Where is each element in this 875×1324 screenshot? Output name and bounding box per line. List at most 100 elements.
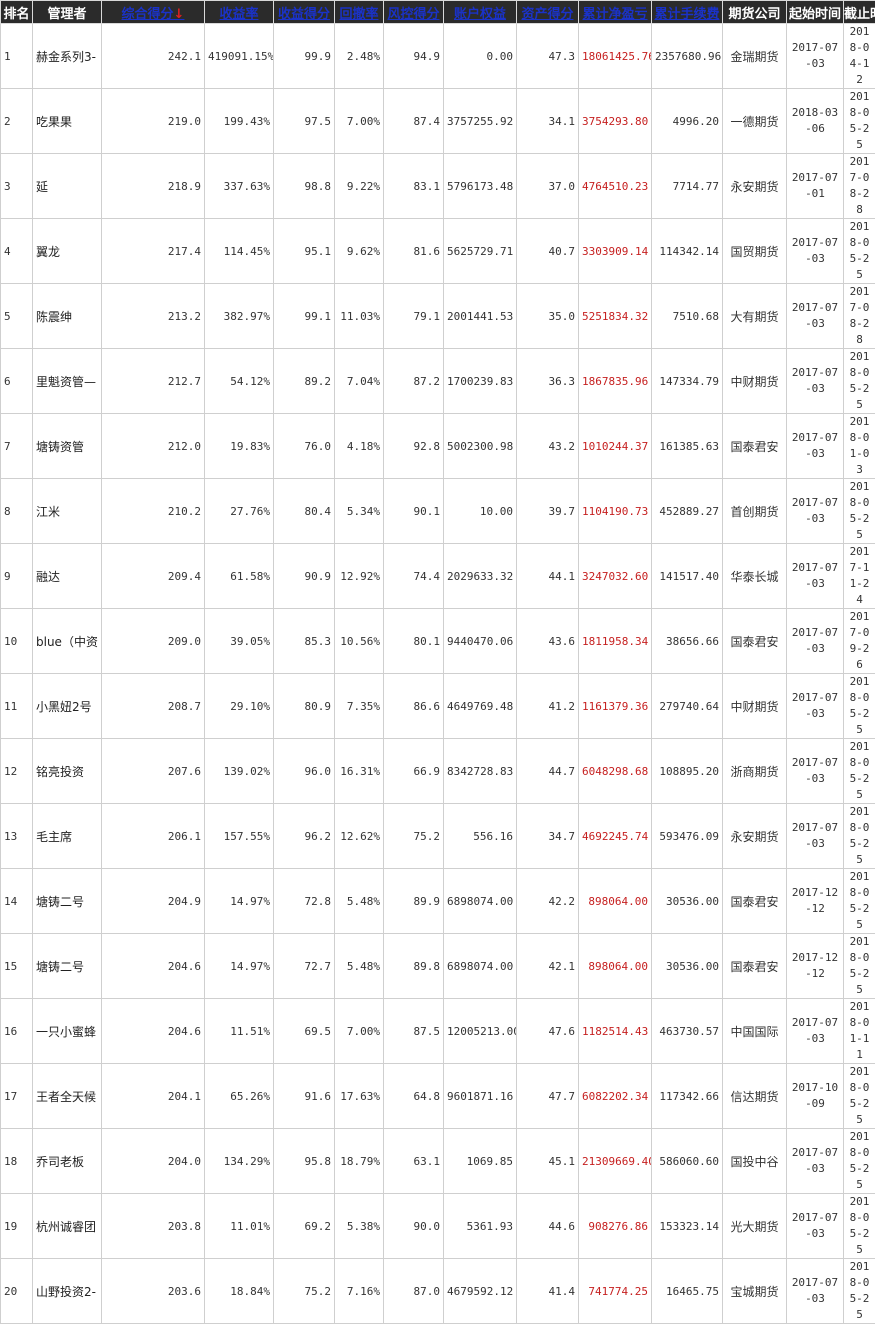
sort-return-score-link[interactable]: 收益得分	[274, 1, 335, 24]
manager-name-link[interactable]: 吃果果	[33, 89, 102, 154]
start-time-cell: 2017-07-03	[787, 219, 844, 284]
table-row[interactable]: 13毛主席206.1157.55%96.212.62%75.2556.1634.…	[1, 804, 875, 869]
manager-name-link[interactable]: blue（中资	[33, 609, 102, 674]
table-row[interactable]: 12铭亮投资207.6139.02%96.016.31%66.98342728.…	[1, 739, 875, 804]
table-row[interactable]: 4翼龙217.4114.45%95.19.62%81.65625729.7140…	[1, 219, 875, 284]
sort-net-profit-link[interactable]: 累计净盈亏	[579, 1, 652, 24]
sort-score-link[interactable]: 综合得分↓	[102, 1, 205, 24]
manager-name-link[interactable]: 江米	[33, 479, 102, 544]
fees-cell: 16465.75	[652, 1259, 723, 1324]
sort-drawdown-link[interactable]: 回撤率	[335, 1, 384, 24]
score-cell: 219.0	[102, 89, 205, 154]
manager-name-link[interactable]: 乔司老板	[33, 1129, 102, 1194]
asset-score-cell: 45.1	[517, 1129, 579, 1194]
return-rate-cell: 14.97%	[205, 934, 274, 999]
net-profit-cell: 1010244.37	[579, 414, 652, 479]
sort-fees-link[interactable]: 累计手续费	[652, 1, 723, 24]
manager-name-link[interactable]: 陈震绅	[33, 284, 102, 349]
asset-score-cell: 42.1	[517, 934, 579, 999]
risk-score-cell: 83.1	[384, 154, 444, 219]
table-row[interactable]: 8江米210.227.76%80.45.34%90.110.0039.71104…	[1, 479, 875, 544]
sort-asset-score-link[interactable]: 资产得分	[517, 1, 579, 24]
drawdown-cell: 16.31%	[335, 739, 384, 804]
table-row[interactable]: 9融达209.461.58%90.912.92%74.42029633.3244…	[1, 544, 875, 609]
manager-name-link[interactable]: 一只小蜜蜂	[33, 999, 102, 1064]
rank-cell: 9	[1, 544, 33, 609]
manager-name-link[interactable]: 塘铸资管	[33, 414, 102, 479]
table-row[interactable]: 15塘铸二号204.614.97%72.75.48%89.86898074.00…	[1, 934, 875, 999]
fees-cell: 30536.00	[652, 869, 723, 934]
return-score-cell: 96.0	[274, 739, 335, 804]
table-row[interactable]: 14塘铸二号204.914.97%72.85.48%89.96898074.00…	[1, 869, 875, 934]
manager-name-link[interactable]: 里魁资管—	[33, 349, 102, 414]
manager-name-link[interactable]: 翼龙	[33, 219, 102, 284]
end-time-cell: 2017-09-26	[844, 609, 875, 674]
table-row[interactable]: 20山野投资2-203.618.84%75.27.16%87.04679592.…	[1, 1259, 875, 1324]
equity-cell: 5361.93	[444, 1194, 517, 1259]
score-cell: 204.6	[102, 999, 205, 1064]
score-cell: 213.2	[102, 284, 205, 349]
start-time-cell: 2017-07-03	[787, 1259, 844, 1324]
table-row[interactable]: 3延218.9337.63%98.89.22%83.15796173.4837.…	[1, 154, 875, 219]
equity-cell: 2001441.53	[444, 284, 517, 349]
manager-name-link[interactable]: 毛主席	[33, 804, 102, 869]
return-score-cell: 72.8	[274, 869, 335, 934]
score-cell: 212.0	[102, 414, 205, 479]
drawdown-cell: 7.16%	[335, 1259, 384, 1324]
drawdown-cell: 5.38%	[335, 1194, 384, 1259]
table-row[interactable]: 7塘铸资管212.019.83%76.04.18%92.85002300.984…	[1, 414, 875, 479]
start-time-cell: 2017-07-01	[787, 154, 844, 219]
table-row[interactable]: 17王者全天候204.165.26%91.617.63%64.89601871.…	[1, 1064, 875, 1129]
score-cell: 217.4	[102, 219, 205, 284]
table-row[interactable]: 5陈震绅213.2382.97%99.111.03%79.12001441.53…	[1, 284, 875, 349]
manager-name-link[interactable]: 山野投资2-	[33, 1259, 102, 1324]
table-row[interactable]: 2吃果果219.0199.43%97.57.00%87.43757255.923…	[1, 89, 875, 154]
manager-name-link[interactable]: 融达	[33, 544, 102, 609]
equity-cell: 6898074.00	[444, 869, 517, 934]
return-rate-cell: 19.83%	[205, 414, 274, 479]
table-row[interactable]: 18乔司老板204.0134.29%95.818.79%63.11069.854…	[1, 1129, 875, 1194]
return-score-cell: 89.2	[274, 349, 335, 414]
fees-cell: 2357680.96	[652, 24, 723, 89]
manager-name-link[interactable]: 王者全天候	[33, 1064, 102, 1129]
manager-name-link[interactable]: 杭州诚睿团	[33, 1194, 102, 1259]
sort-return-rate-link[interactable]: 收益率	[205, 1, 274, 24]
asset-score-cell: 37.0	[517, 154, 579, 219]
fees-cell: 38656.66	[652, 609, 723, 674]
table-row[interactable]: 16一只小蜜蜂204.611.51%69.57.00%87.512005213.…	[1, 999, 875, 1064]
rank-cell: 4	[1, 219, 33, 284]
net-profit-cell: 5251834.32	[579, 284, 652, 349]
manager-name-link[interactable]: 铭亮投资	[33, 739, 102, 804]
asset-score-cell: 44.1	[517, 544, 579, 609]
drawdown-cell: 12.92%	[335, 544, 384, 609]
table-row[interactable]: 6里魁资管—212.754.12%89.27.04%87.21700239.83…	[1, 349, 875, 414]
sort-risk-score-link[interactable]: 风控得分	[384, 1, 444, 24]
return-score-cell: 97.5	[274, 89, 335, 154]
score-cell: 203.8	[102, 1194, 205, 1259]
manager-name-link[interactable]: 塘铸二号	[33, 934, 102, 999]
start-time-cell: 2017-07-03	[787, 739, 844, 804]
fees-cell: 593476.09	[652, 804, 723, 869]
return-rate-cell: 39.05%	[205, 609, 274, 674]
fees-cell: 141517.40	[652, 544, 723, 609]
rank-cell: 13	[1, 804, 33, 869]
manager-name-link[interactable]: 赫金系列3-	[33, 24, 102, 89]
fees-cell: 463730.57	[652, 999, 723, 1064]
start-time-cell: 2017-07-03	[787, 544, 844, 609]
table-row[interactable]: 10blue（中资209.039.05%85.310.56%80.1944047…	[1, 609, 875, 674]
company-cell: 国泰君安	[723, 414, 787, 479]
return-rate-cell: 199.43%	[205, 89, 274, 154]
company-cell: 一德期货	[723, 89, 787, 154]
manager-name-link[interactable]: 延	[33, 154, 102, 219]
return-score-cell: 98.8	[274, 154, 335, 219]
rank-cell: 12	[1, 739, 33, 804]
sort-equity-link[interactable]: 账户权益	[444, 1, 517, 24]
fees-cell: 153323.14	[652, 1194, 723, 1259]
table-row[interactable]: 19杭州诚睿团203.811.01%69.25.38%90.05361.9344…	[1, 1194, 875, 1259]
rank-cell: 7	[1, 414, 33, 479]
manager-name-link[interactable]: 塘铸二号	[33, 869, 102, 934]
company-cell: 中财期货	[723, 349, 787, 414]
table-row[interactable]: 1赫金系列3-242.1419091.15%99.92.48%94.90.004…	[1, 24, 875, 89]
end-time-cell: 2018-04-12	[844, 24, 875, 89]
start-time-cell: 2017-07-03	[787, 609, 844, 674]
